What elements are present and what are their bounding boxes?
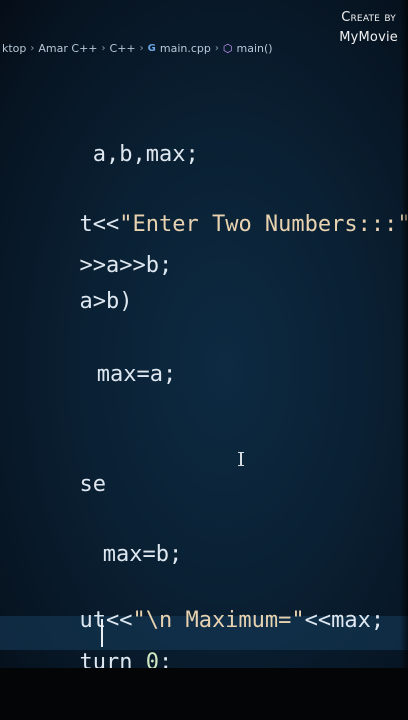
code-line[interactable]: ut<<"\n Maximum="<<max; [0,576,384,633]
code-line[interactable]: a,b,max; [0,110,199,167]
code-line[interactable]: t<<"Enter Two Numbers:::"; [0,180,408,237]
monitor-bezel [0,668,408,720]
watermark-line-1: Create by [341,10,396,25]
code-text: max=a; [83,362,177,387]
watermark: Create by MyMovie [339,8,398,48]
code-text: ; [158,650,173,668]
code-line[interactable]: >>a>>b; [0,221,172,278]
code-text: max=b; [89,542,183,567]
editor-screen: ktop › Amar C++ › C++ › G main.cpp › ⬡ m… [0,0,408,668]
code-line[interactable]: a>b) [0,257,132,314]
code-text: se [79,472,106,497]
code-text: <<max; [304,608,385,633]
screen-edge [400,0,408,668]
ibeam-cursor-icon [238,452,244,466]
code-text: a>b) [79,289,133,314]
text-cursor [101,619,103,647]
code-editor[interactable]: a,b,max; t<<"Enter Two Numbers:::"; >>a>… [0,0,408,668]
code-line[interactable]: max=b; [10,510,182,567]
code-text: a,b,max; [79,142,199,167]
code-text: turn [79,650,146,668]
watermark-line-2: MyMovie [339,30,398,45]
code-line[interactable]: se [0,440,106,497]
code-line-current[interactable]: turn 0; [0,618,172,668]
number-literal: 0 [145,650,159,668]
code-line[interactable]: max=a; [4,330,176,387]
